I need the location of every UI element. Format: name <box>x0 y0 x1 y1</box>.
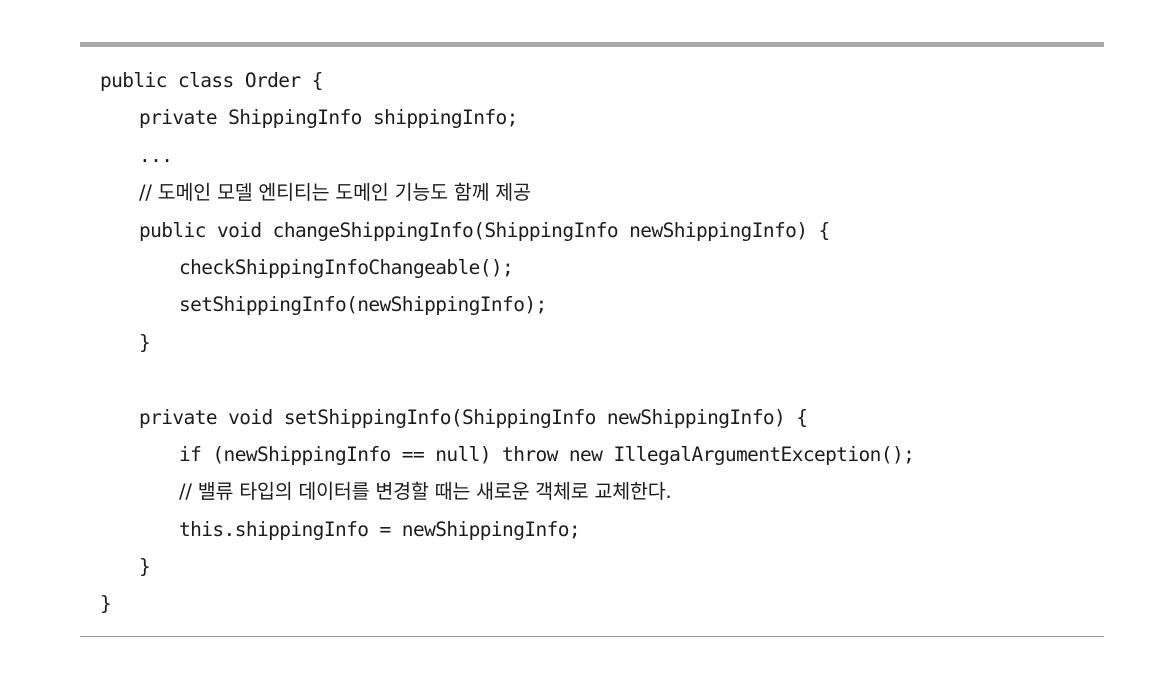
code-block: public class Order { private ShippingInf… <box>100 62 915 623</box>
code-line: private ShippingInfo shippingInfo; <box>139 106 518 130</box>
code-line: checkShippingInfoChangeable(); <box>179 255 514 279</box>
code-line: } <box>139 330 151 354</box>
code-line: public void changeShippingInfo(ShippingI… <box>139 218 830 242</box>
bottom-divider <box>80 636 1104 637</box>
code-line: if (newShippingInfo == null) throw new I… <box>179 442 915 466</box>
code-line: ... <box>139 143 173 167</box>
code-comment: // 도메인 모델 엔티티는 도메인 기능도 함께 제공 <box>139 181 531 205</box>
code-line: public class Order { <box>100 69 323 92</box>
top-divider <box>80 42 1104 47</box>
code-comment: // 밸류 타입의 데이터를 변경할 때는 새로운 객체로 교체한다. <box>179 480 672 504</box>
code-line: this.shippingInfo = newShippingInfo; <box>179 517 581 541</box>
code-line: setShippingInfo(newShippingInfo); <box>179 293 547 317</box>
code-line: } <box>100 592 112 616</box>
code-line: } <box>139 555 151 579</box>
code-line: private void setShippingInfo(ShippingInf… <box>139 405 808 429</box>
